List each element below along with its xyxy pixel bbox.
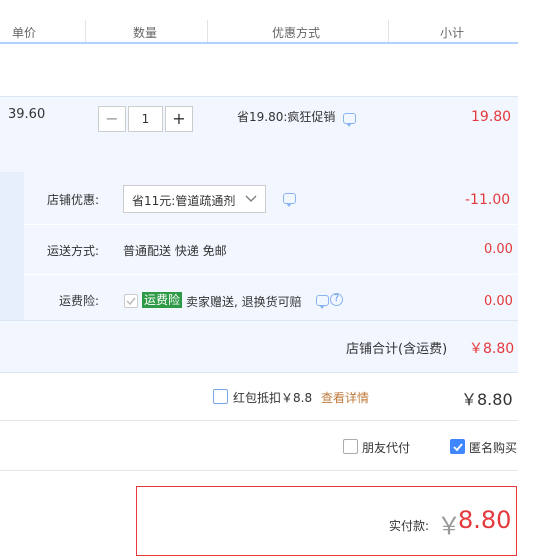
header-divider: [207, 20, 208, 42]
redpacket-amount: ￥8.80: [461, 390, 513, 409]
header-promo: 优惠方式: [272, 26, 321, 40]
shop-left-strip: [0, 172, 24, 320]
shop-discount-amount: -11.00: [465, 192, 511, 208]
divider: [24, 224, 518, 225]
shipping-label: 运送方式:: [47, 244, 100, 258]
insurance-amount: 0.00: [484, 294, 513, 309]
pay-label: 实付款:: [389, 519, 430, 533]
divider: [0, 420, 518, 421]
quantity-plus-button[interactable]: +: [165, 106, 193, 132]
insurance-label: 运费险:: [59, 294, 100, 308]
header-divider: [85, 20, 86, 42]
help-icon[interactable]: ?: [330, 293, 343, 306]
shop-total-label: 店铺合计(含运费): [346, 342, 448, 357]
shop-total-value: ￥8.80: [469, 341, 515, 357]
comment-icon[interactable]: [316, 295, 329, 309]
divider: [24, 274, 518, 275]
anonymous-checkbox[interactable]: [450, 439, 465, 454]
friend-pay-checkbox[interactable]: [343, 439, 358, 454]
quantity-input[interactable]: 1: [128, 106, 163, 132]
check-icon: [126, 297, 136, 306]
shipping-amount: 0.00: [484, 242, 513, 257]
insurance-checkbox[interactable]: [124, 294, 138, 308]
shop-discount-select[interactable]: 省11元:管道疏通剂: [123, 185, 266, 213]
redpacket-label: 红包抵扣￥8.8: [233, 391, 313, 405]
item-subtotal: 19.80: [471, 109, 512, 125]
shop-discount-value: 省11元:管道疏通剂: [132, 194, 236, 208]
pay-amount: 8.80: [458, 506, 512, 534]
redpacket-checkbox[interactable]: [213, 389, 228, 404]
divider: [0, 320, 518, 321]
header-subtotal: 小计: [440, 26, 465, 40]
header-divider: [388, 20, 389, 42]
redpacket-details-link[interactable]: 查看详情: [321, 389, 369, 406]
chevron-down-icon: [245, 195, 257, 202]
divider: [0, 470, 518, 471]
header-price: 单价: [12, 26, 37, 40]
quantity-minus-button[interactable]: −: [98, 106, 126, 132]
item-promo: 省19.80:疯狂促销: [237, 110, 336, 124]
shipping-method: 普通配送 快递 免邮: [123, 244, 227, 258]
item-price: 39.60: [8, 107, 46, 122]
friend-pay-label: 朋友代付: [362, 441, 411, 455]
shop-discount-label: 店铺优惠:: [47, 193, 100, 207]
insurance-tag: 运费险: [142, 292, 183, 308]
insurance-desc: 卖家赠送, 退换货可赔: [186, 295, 302, 309]
check-icon: [453, 443, 463, 452]
header-quantity: 数量: [133, 26, 158, 40]
comment-icon[interactable]: [343, 113, 356, 127]
comment-icon[interactable]: [283, 193, 296, 207]
anonymous-label: 匿名购买: [469, 441, 518, 455]
